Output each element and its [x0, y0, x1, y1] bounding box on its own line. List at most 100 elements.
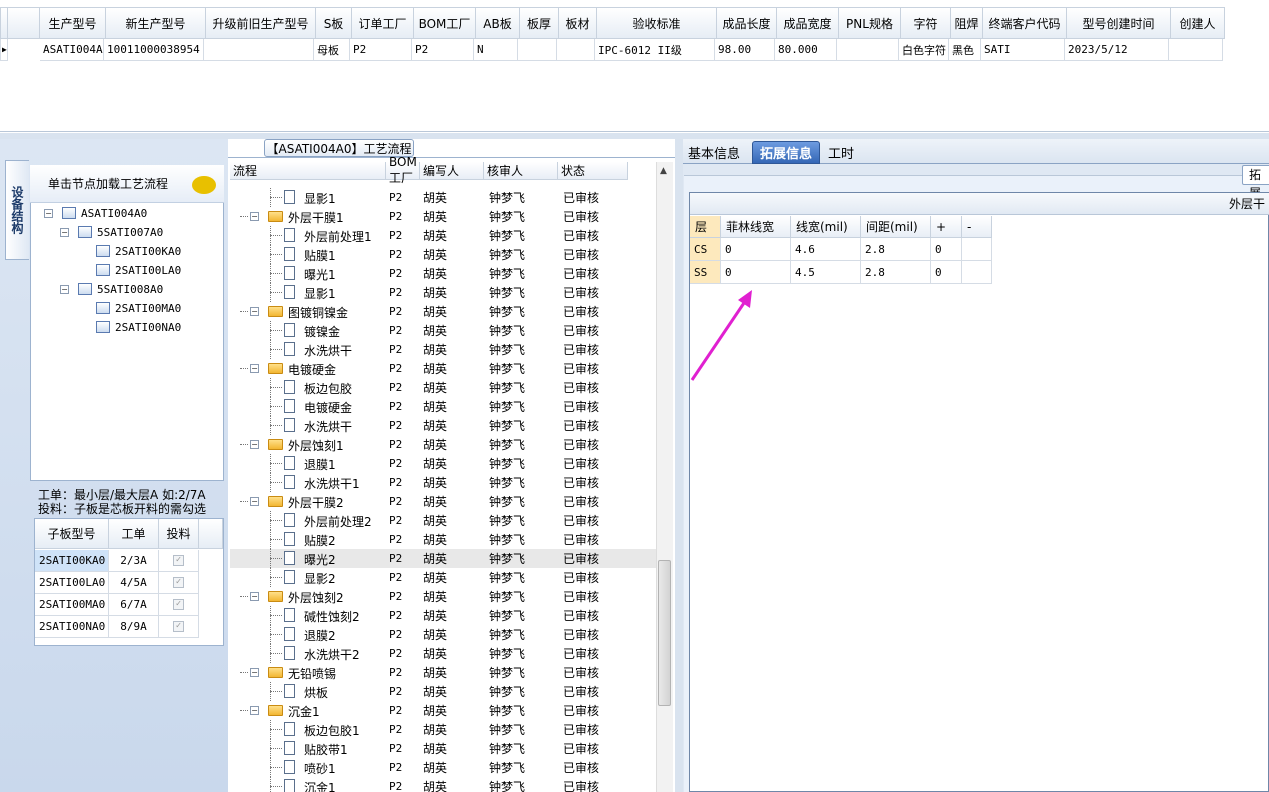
line-cell[interactable]: 0 [931, 238, 962, 261]
process-row[interactable]: 退膜2 P2 胡英 钟梦飞 已审核 [230, 625, 656, 644]
top-col-header[interactable]: 验收标准 [597, 7, 717, 39]
line-cell[interactable]: 2.8 [861, 238, 931, 261]
process-row[interactable]: 显影1 P2 胡英 钟梦飞 已审核 [230, 188, 656, 207]
collapse-icon[interactable]: − [60, 285, 69, 294]
top-col-header[interactable]: S板 [316, 7, 352, 39]
collapse-icon[interactable]: − [250, 706, 259, 715]
tree-node[interactable]: 5SATI008A0 [78, 280, 163, 298]
process-row[interactable]: − 外层干膜2 P2 胡英 钟梦飞 已审核 [230, 492, 656, 511]
process-col-header[interactable]: BOM工厂 [386, 155, 420, 185]
equipment-structure-tab[interactable]: 设备结构 [5, 160, 29, 260]
top-grid-row[interactable]: ▶ ASATI004A0 10011000038954 母板 P2 P2 N IPC-6012… [0, 39, 1223, 61]
top-col-header[interactable]: 板材 [559, 7, 597, 39]
collapse-icon[interactable]: − [250, 440, 259, 449]
process-col-header[interactable]: 流程 [230, 162, 386, 180]
top-col-header[interactable]: 阻焊 [951, 7, 983, 39]
line-cell[interactable] [962, 238, 992, 261]
top-col-header[interactable]: BOM工厂 [414, 7, 476, 39]
top-col-header[interactable]: 新生产型号 [106, 7, 206, 39]
feed-checkbox[interactable]: ✓ [173, 621, 184, 632]
sub-grid-row[interactable]: 2SATI00MA0 6/7A ✓ [35, 594, 199, 616]
vertical-splitter[interactable] [675, 139, 683, 792]
feed-checkbox[interactable]: ✓ [173, 599, 184, 610]
collapse-icon[interactable]: − [60, 228, 69, 237]
process-row[interactable]: 贴膜2 P2 胡英 钟梦飞 已审核 [230, 530, 656, 549]
top-cell[interactable]: 黑色 [949, 39, 981, 61]
line-col-header[interactable]: 线宽(mil) [791, 216, 861, 238]
tree-node[interactable]: 2SATI00NA0 [96, 318, 181, 336]
top-cell[interactable]: P2 [412, 39, 474, 61]
collapse-icon[interactable]: − [250, 592, 259, 601]
process-row[interactable]: − 外层蚀刻1 P2 胡英 钟梦飞 已审核 [230, 435, 656, 454]
feed-checkbox[interactable]: ✓ [173, 555, 184, 566]
top-cell[interactable]: 10011000038954 [104, 39, 204, 61]
comment-bubble-icon[interactable] [192, 176, 216, 194]
top-col-header[interactable]: 成品宽度 [777, 7, 839, 39]
top-cell[interactable]: 白色字符 [899, 39, 949, 61]
top-cell[interactable]: 80.000 [775, 39, 837, 61]
process-row[interactable]: 板边包胶1 P2 胡英 钟梦飞 已审核 [230, 720, 656, 739]
top-col-header[interactable]: 型号创建时间 [1067, 7, 1171, 39]
sub-board-order[interactable]: 4/5A [109, 572, 159, 594]
top-cell[interactable] [837, 39, 899, 61]
top-cell[interactable]: 98.00 [715, 39, 775, 61]
process-row[interactable]: 外层前处理1 P2 胡英 钟梦飞 已审核 [230, 226, 656, 245]
process-row[interactable]: 电镀硬金 P2 胡英 钟梦飞 已审核 [230, 397, 656, 416]
collapse-icon[interactable]: − [250, 668, 259, 677]
line-cell[interactable] [962, 261, 992, 284]
line-col-header[interactable]: 菲林线宽 [721, 216, 791, 238]
extend-button[interactable]: 拓展 [1242, 165, 1269, 200]
sub-grid-row[interactable]: 2SATI00NA0 8/9A ✓ [35, 616, 199, 638]
sub-grid-row[interactable]: 2SATI00KA0 2/3A ✓ [35, 550, 199, 572]
tree-node[interactable]: 2SATI00KA0 [96, 242, 181, 260]
tree-node[interactable]: 2SATI00MA0 [96, 299, 181, 317]
process-row[interactable]: 显影2 P2 胡英 钟梦飞 已审核 [230, 568, 656, 587]
top-col-header[interactable]: 创建人 [1171, 7, 1225, 39]
process-row[interactable]: 曝光2 P2 胡英 钟梦飞 已审核 [230, 549, 656, 568]
line-col-header[interactable]: 间距(mil) [861, 216, 931, 238]
tab-work-hours[interactable]: 工时 [824, 141, 858, 164]
top-col-header[interactable]: 字符 [901, 7, 951, 39]
top-cell[interactable]: P2 [350, 39, 412, 61]
top-col-header[interactable]: 终端客户代码 [983, 7, 1067, 39]
top-col-header[interactable]: AB板 [476, 7, 520, 39]
process-row[interactable]: − 图镀铜镍金 P2 胡英 钟梦飞 已审核 [230, 302, 656, 321]
sub-grid-col[interactable]: 工单 [109, 519, 159, 549]
process-col-header[interactable]: 核审人 [484, 162, 558, 180]
line-row[interactable]: SS 0 4.5 2.8 0 [690, 261, 992, 284]
top-cell[interactable]: SATI [981, 39, 1065, 61]
sub-grid-col[interactable]: 子板型号 [35, 519, 109, 549]
process-row[interactable]: − 电镀硬金 P2 胡英 钟梦飞 已审核 [230, 359, 656, 378]
tree-node[interactable]: 5SATI007A0 [78, 223, 163, 241]
collapse-icon[interactable]: − [250, 497, 259, 506]
tree-node[interactable]: ASATI004A0 [62, 204, 147, 222]
line-cell[interactable]: 4.6 [791, 238, 861, 261]
line-cell[interactable]: 0 [721, 238, 791, 261]
top-col-header[interactable]: 板厚 [520, 7, 559, 39]
process-row[interactable]: 外层前处理2 P2 胡英 钟梦飞 已审核 [230, 511, 656, 530]
process-col-header[interactable]: 编写人 [420, 162, 484, 180]
line-cell[interactable]: 4.5 [791, 261, 861, 284]
top-cell[interactable] [557, 39, 595, 61]
tab-extended-info[interactable]: 拓展信息 [752, 141, 820, 164]
process-row[interactable]: 曝光1 P2 胡英 钟梦飞 已审核 [230, 264, 656, 283]
process-row[interactable]: 退膜1 P2 胡英 钟梦飞 已审核 [230, 454, 656, 473]
process-row[interactable]: 镀镍金 P2 胡英 钟梦飞 已审核 [230, 321, 656, 340]
process-row[interactable]: 水洗烘干 P2 胡英 钟梦飞 已审核 [230, 340, 656, 359]
feed-checkbox[interactable]: ✓ [173, 577, 184, 588]
top-col-header[interactable]: 成品长度 [717, 7, 777, 39]
top-cell[interactable]: N [474, 39, 518, 61]
top-col-header[interactable]: 升级前旧生产型号 [206, 7, 316, 39]
tree-node[interactable]: 2SATI00LA0 [96, 261, 181, 279]
process-row[interactable]: 烘板 P2 胡英 钟梦飞 已审核 [230, 682, 656, 701]
process-row[interactable]: 水洗烘干1 P2 胡英 钟梦飞 已审核 [230, 473, 656, 492]
tab-basic-info[interactable]: 基本信息 [686, 141, 742, 164]
top-col-header[interactable]: PNL规格 [839, 7, 901, 39]
top-cell[interactable]: ASATI004A0 [40, 39, 104, 61]
process-col-header[interactable]: 状态 [558, 162, 628, 180]
line-cell[interactable]: 0 [931, 261, 962, 284]
collapse-icon[interactable]: − [250, 364, 259, 373]
process-row[interactable]: 水洗烘干 P2 胡英 钟梦飞 已审核 [230, 416, 656, 435]
sub-board-order[interactable]: 6/7A [109, 594, 159, 616]
collapse-icon[interactable]: − [250, 307, 259, 316]
